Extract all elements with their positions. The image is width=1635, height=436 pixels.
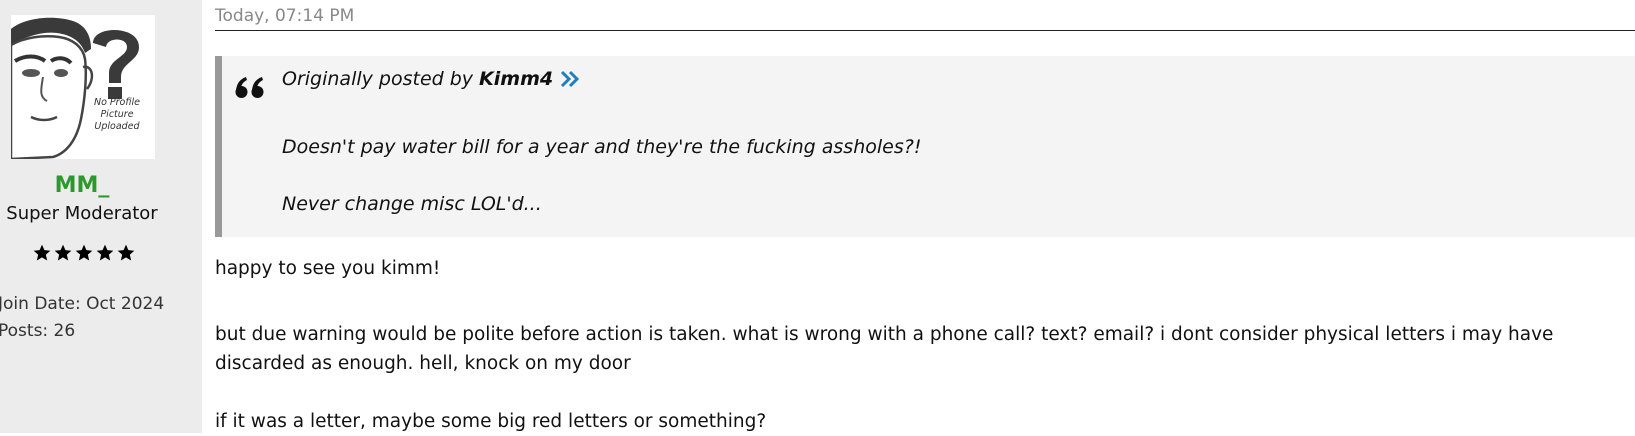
no-profile-picture-icon bbox=[11, 17, 139, 159]
post-body: Today, 07:14 PM Originally posted by Kim… bbox=[215, 0, 1635, 433]
post-paragraph: happy to see you kimm! bbox=[215, 258, 441, 279]
quote-block: Originally posted by Kimm4 Doesn't pay w… bbox=[215, 56, 1635, 237]
star-icon bbox=[117, 244, 135, 261]
quote-author[interactable]: Kimm4 bbox=[479, 68, 553, 90]
header-divider bbox=[215, 30, 1635, 31]
star-icon bbox=[96, 244, 114, 261]
quote-line: Never change misc LOL'd... bbox=[282, 193, 542, 215]
post-timestamp: Today, 07:14 PM bbox=[215, 6, 355, 26]
user-sidebar: No Profile Picture Uploaded MM_ Super Mo… bbox=[0, 0, 202, 433]
star-icon bbox=[75, 244, 93, 261]
quote-prefix: Originally posted by bbox=[282, 68, 474, 90]
star-icon bbox=[33, 244, 51, 261]
quote-header: Originally posted by Kimm4 bbox=[282, 68, 581, 90]
avatar[interactable]: No Profile Picture Uploaded bbox=[11, 15, 155, 159]
post-paragraph: if it was a letter, maybe some big red l… bbox=[215, 411, 767, 432]
avatar-caption: No Profile Picture Uploaded bbox=[93, 97, 140, 132]
star-icon bbox=[54, 244, 72, 261]
username[interactable]: MM_ bbox=[0, 173, 164, 198]
rank-stars bbox=[32, 243, 136, 265]
join-date: Join Date: Oct 2024 bbox=[0, 294, 165, 314]
quote-line: Doesn't pay water bill for a year and th… bbox=[282, 136, 922, 158]
quote-mark-icon bbox=[235, 77, 264, 98]
post-count: Posts: 26 bbox=[0, 321, 76, 341]
double-chevron-right-icon bbox=[561, 70, 580, 88]
post-paragraph: but due warning would be polite before a… bbox=[215, 324, 1554, 374]
user-title: Super Moderator bbox=[6, 203, 158, 224]
view-post-link[interactable] bbox=[559, 70, 581, 88]
